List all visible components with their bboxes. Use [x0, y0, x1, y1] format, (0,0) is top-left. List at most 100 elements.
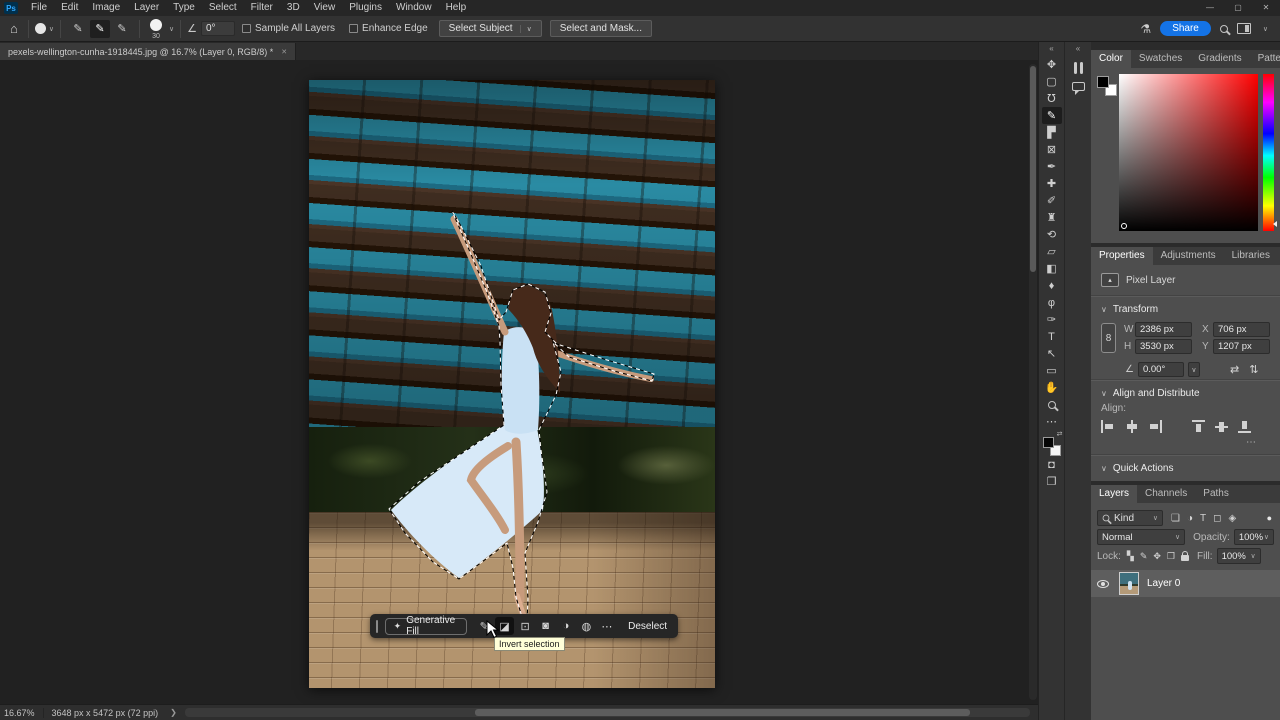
- clone-stamp-tool-icon[interactable]: ♜: [1042, 209, 1062, 226]
- search-icon[interactable]: [1220, 25, 1228, 33]
- menu-3d[interactable]: 3D: [280, 0, 307, 16]
- filter-shape-layers-icon[interactable]: ◻: [1213, 513, 1221, 524]
- hue-slider-handle[interactable]: [1273, 221, 1277, 227]
- history-brush-tool-icon[interactable]: ⟲: [1042, 226, 1062, 243]
- selection-brush-tool-icon[interactable]: ✎: [1042, 107, 1062, 124]
- minimize-button[interactable]: —: [1196, 0, 1224, 16]
- menu-window[interactable]: Window: [389, 0, 439, 16]
- tab-patterns[interactable]: Patterns: [1250, 50, 1280, 68]
- quick-mask-icon[interactable]: ◘: [1042, 456, 1062, 473]
- foreground-background-colors[interactable]: ⇄: [1042, 434, 1062, 456]
- foreground-color-chip[interactable]: [1043, 437, 1054, 448]
- brush-mode-new-icon[interactable]: ✎: [68, 20, 88, 38]
- layer-name[interactable]: Layer 0: [1147, 578, 1180, 589]
- tab-channels[interactable]: Channels: [1137, 485, 1195, 503]
- chevron-down-icon[interactable]: ∨: [1263, 25, 1268, 33]
- close-button[interactable]: ✕: [1252, 0, 1280, 16]
- lock-artboard-icon[interactable]: ❒: [1167, 551, 1175, 562]
- menu-file[interactable]: File: [24, 0, 54, 16]
- sample-all-layers-checkbox[interactable]: Sample All Layers: [242, 23, 335, 34]
- filter-adjustment-layers-icon[interactable]: ◑: [1187, 513, 1193, 524]
- color-picker-handle[interactable]: [1121, 223, 1127, 229]
- eyedropper-tool-icon[interactable]: ✒: [1042, 158, 1062, 175]
- foreground-color-chip[interactable]: [1097, 76, 1109, 88]
- comments-icon[interactable]: [1072, 82, 1085, 91]
- flip-horizontal-icon[interactable]: ⇄: [1230, 363, 1239, 376]
- restore-button[interactable]: ▢: [1224, 0, 1252, 16]
- chevron-down-icon[interactable]: ∨: [1188, 362, 1200, 377]
- brush-tool-icon[interactable]: ✐: [1042, 192, 1062, 209]
- height-input[interactable]: 3530 px: [1135, 339, 1192, 354]
- transform-selection-icon[interactable]: ⊡: [516, 617, 534, 635]
- chevron-down-icon[interactable]: ∨: [49, 25, 54, 33]
- dodge-tool-icon[interactable]: φ: [1042, 294, 1062, 311]
- horizontal-scrollbar[interactable]: [185, 708, 1030, 717]
- menu-edit[interactable]: Edit: [54, 0, 85, 16]
- menu-image[interactable]: Image: [85, 0, 127, 16]
- screen-mode-icon[interactable]: ❐: [1042, 473, 1062, 490]
- menu-type[interactable]: Type: [166, 0, 202, 16]
- menu-help[interactable]: Help: [439, 0, 474, 16]
- x-input[interactable]: 706 px: [1213, 322, 1270, 337]
- status-flyout-icon[interactable]: ❯: [166, 708, 181, 717]
- transform-section-header[interactable]: ∨ Transform: [1101, 299, 1270, 318]
- healing-brush-tool-icon[interactable]: ✚: [1042, 175, 1062, 192]
- zoom-level[interactable]: 16.67%: [0, 708, 43, 718]
- tab-paths[interactable]: Paths: [1195, 485, 1237, 503]
- adjustment-icon[interactable]: ◑: [557, 617, 575, 635]
- select-and-mask-button[interactable]: Select and Mask...: [550, 20, 652, 37]
- vertical-scrollbar-thumb[interactable]: [1030, 66, 1036, 272]
- lock-all-icon[interactable]: [1181, 555, 1189, 561]
- opacity-input[interactable]: 100% ∨: [1234, 529, 1274, 545]
- menu-filter[interactable]: Filter: [244, 0, 280, 16]
- tab-gradients[interactable]: Gradients: [1190, 50, 1249, 68]
- path-select-tool-icon[interactable]: ↖: [1042, 345, 1062, 362]
- marquee-tool-icon[interactable]: ▢: [1042, 73, 1062, 90]
- tab-layers[interactable]: Layers: [1091, 485, 1137, 503]
- more-options-icon[interactable]: ⋯: [598, 617, 616, 635]
- align-section-header[interactable]: ∨ Align and Distribute: [1101, 383, 1270, 402]
- link-dimensions-icon[interactable]: 8: [1101, 323, 1116, 353]
- align-more-icon[interactable]: ⋯: [1101, 435, 1270, 452]
- tab-libraries[interactable]: Libraries: [1224, 247, 1278, 265]
- layer-visibility-icon[interactable]: [1097, 580, 1109, 588]
- home-icon[interactable]: ⌂: [6, 21, 22, 36]
- share-button[interactable]: Share: [1160, 21, 1211, 36]
- blend-mode-select[interactable]: Normal ∨: [1097, 529, 1185, 545]
- align-middle-vertical-icon[interactable]: [1215, 420, 1230, 433]
- tech-previews-icon[interactable]: ⚗: [1140, 22, 1151, 36]
- align-bottom-icon[interactable]: [1238, 420, 1253, 433]
- align-center-horizontal-icon[interactable]: [1124, 420, 1139, 433]
- y-input[interactable]: 1207 px: [1213, 339, 1270, 354]
- tab-adjustments[interactable]: Adjustments: [1153, 247, 1224, 265]
- tab-swatches[interactable]: Swatches: [1131, 50, 1190, 68]
- close-tab-icon[interactable]: ✕: [281, 48, 287, 56]
- align-right-icon[interactable]: [1147, 420, 1162, 433]
- collapse-dock-icon[interactable]: «: [1065, 42, 1091, 56]
- menu-select[interactable]: Select: [202, 0, 244, 16]
- add-mask-icon[interactable]: ◙: [536, 617, 554, 635]
- width-input[interactable]: 2386 px: [1135, 322, 1192, 337]
- lock-paint-icon[interactable]: ✎: [1140, 551, 1148, 562]
- chevron-down-icon[interactable]: ∨: [169, 25, 174, 33]
- menu-plugins[interactable]: Plugins: [342, 0, 389, 16]
- deselect-button[interactable]: Deselect: [623, 621, 672, 632]
- blur-tool-icon[interactable]: ♦: [1042, 277, 1062, 294]
- align-top-icon[interactable]: [1192, 420, 1207, 433]
- brush-mode-add-icon[interactable]: ✎: [90, 20, 110, 38]
- version-history-icon[interactable]: [1073, 62, 1084, 74]
- lasso-tool-icon[interactable]: ℧: [1042, 90, 1062, 107]
- shape-tool-icon[interactable]: ▭: [1042, 362, 1062, 379]
- layer-row[interactable]: Layer 0: [1091, 570, 1280, 597]
- align-left-icon[interactable]: [1101, 420, 1116, 433]
- tab-color[interactable]: Color: [1091, 50, 1131, 68]
- brush-angle-input[interactable]: 0°: [201, 21, 235, 36]
- tab-properties[interactable]: Properties: [1091, 247, 1153, 265]
- vertical-scrollbar[interactable]: [1029, 64, 1037, 700]
- pen-tool-icon[interactable]: ✑: [1042, 311, 1062, 328]
- saturation-brightness-picker[interactable]: [1119, 74, 1258, 231]
- zoom-tool-icon[interactable]: [1042, 396, 1062, 413]
- filter-toggle-icon[interactable]: ●: [1267, 513, 1274, 523]
- enhance-edge-checkbox[interactable]: Enhance Edge: [349, 23, 428, 34]
- hand-tool-icon[interactable]: ✋: [1042, 379, 1062, 396]
